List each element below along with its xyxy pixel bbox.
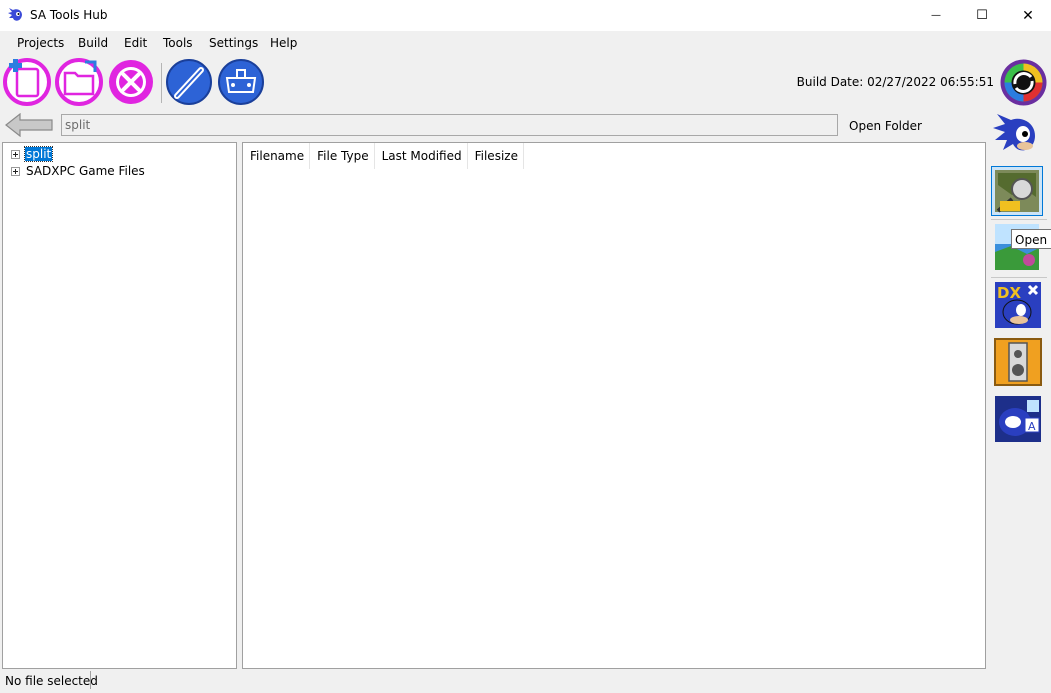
svg-text:DX: DX	[997, 284, 1021, 302]
path-input[interactable]	[61, 114, 838, 136]
window-title: SA Tools Hub	[30, 8, 108, 22]
folder-tree[interactable]: split SADXPC Game Files	[2, 142, 237, 669]
column-header-filename[interactable]: Filename	[243, 143, 311, 169]
menu-tools[interactable]: Tools	[163, 36, 193, 50]
file-list-header: Filename File Type Last Modified Filesiz…	[243, 143, 524, 169]
edit-tool-icon[interactable]	[165, 58, 213, 106]
tree-node-label[interactable]: split	[23, 146, 54, 162]
tree-node-label[interactable]: SADXPC Game Files	[25, 164, 146, 178]
title-bar: SA Tools Hub — ☐ ✕	[0, 0, 1051, 31]
menu-bar: Projects Build Edit Tools Settings Help	[0, 31, 1051, 55]
open-project-icon[interactable]	[55, 58, 103, 106]
maximize-button[interactable]: ☐	[959, 0, 1005, 31]
status-text: No file selected	[5, 674, 98, 688]
texture-editor-icon[interactable]: A	[991, 394, 1043, 444]
tree-node-split[interactable]: split	[11, 146, 54, 162]
menu-help[interactable]: Help	[270, 36, 297, 50]
path-bar: Open Folder	[0, 111, 985, 139]
column-header-filesize[interactable]: Filesize	[468, 143, 524, 169]
minimize-icon: —	[931, 10, 941, 21]
status-bar: No file selected	[0, 669, 1051, 693]
toolbar: Build Date: 02/27/2022 06:55:51	[0, 55, 1051, 109]
minimize-button[interactable]: —	[913, 0, 959, 31]
sidebar-separator	[991, 219, 1047, 220]
tooltip: Open S	[1011, 229, 1051, 249]
samdl-icon	[995, 170, 1039, 213]
open-folder-button[interactable]: Open Folder	[849, 119, 922, 133]
tree-node-sadxpc-game-files[interactable]: SADXPC Game Files	[11, 163, 146, 179]
sonic-icon[interactable]	[991, 110, 1043, 160]
column-header-last-modified[interactable]: Last Modified	[375, 143, 468, 169]
expand-icon[interactable]	[11, 149, 20, 159]
menu-build[interactable]: Build	[78, 36, 108, 50]
refresh-icon[interactable]	[999, 58, 1048, 107]
project-settings-icon[interactable]	[107, 58, 155, 106]
sound-tool-icon[interactable]	[991, 337, 1043, 387]
svg-text:A: A	[1028, 420, 1036, 433]
file-list[interactable]: Filename File Type Last Modified Filesiz…	[242, 142, 986, 669]
menu-settings[interactable]: Settings	[209, 36, 258, 50]
menu-projects[interactable]: Projects	[17, 36, 64, 50]
samdl-button[interactable]	[991, 166, 1043, 216]
sonic-head-icon	[8, 8, 22, 21]
tool-sidebar: DX A	[987, 109, 1051, 669]
maximize-icon: ☐	[976, 8, 988, 23]
menu-edit[interactable]: Edit	[124, 36, 147, 50]
close-button[interactable]: ✕	[1005, 0, 1051, 31]
status-separator	[90, 671, 91, 689]
sadx-mod-loader-icon[interactable]: DX	[991, 280, 1043, 330]
column-header-file-type[interactable]: File Type	[310, 143, 375, 169]
close-icon: ✕	[1022, 7, 1034, 24]
sidebar-separator	[991, 277, 1047, 278]
toolbar-separator	[161, 63, 162, 103]
back-arrow-icon[interactable]	[4, 113, 54, 137]
expand-icon[interactable]	[11, 166, 20, 176]
new-project-icon[interactable]	[3, 58, 51, 106]
build-date: Build Date: 02/27/2022 06:55:51	[796, 75, 994, 89]
game-controller-icon[interactable]	[217, 58, 265, 106]
